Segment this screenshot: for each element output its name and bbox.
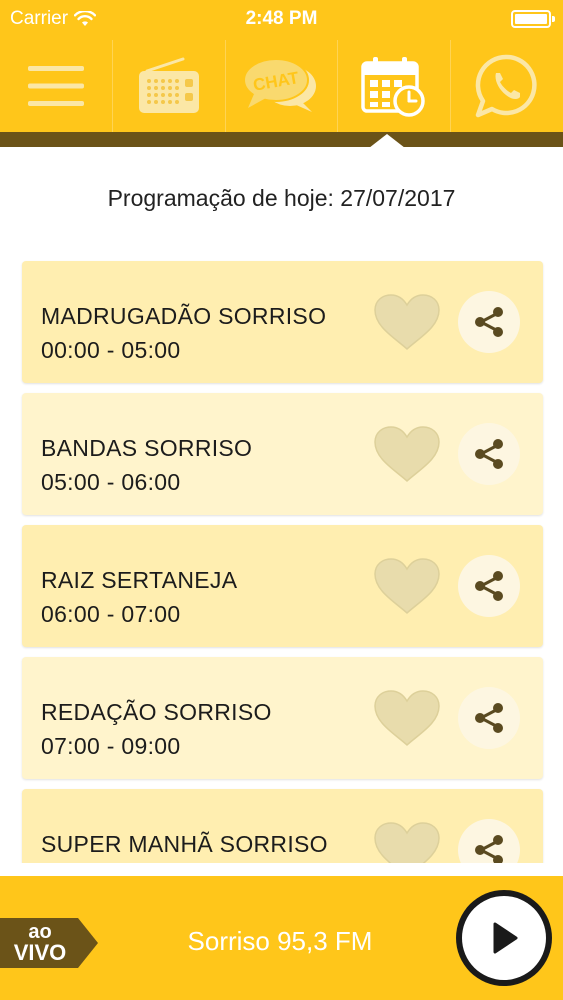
battery-icon: [511, 10, 555, 28]
favorite-button[interactable]: [372, 819, 442, 863]
nav-underline: [0, 132, 563, 147]
heart-icon: [374, 426, 440, 483]
share-button[interactable]: [458, 423, 520, 485]
whatsapp-icon: [475, 54, 537, 118]
share-icon: [475, 571, 503, 601]
program-card[interactable]: BANDAS SORRISO 05:00 - 06:00: [22, 393, 543, 515]
play-icon: [493, 922, 518, 954]
heart-icon: [374, 558, 440, 615]
program-name: SUPER MANHÃ SORRISO: [41, 831, 328, 857]
share-icon: [475, 307, 503, 337]
nav-radio[interactable]: [111, 40, 225, 132]
schedule-screen: Programação de hoje: 27/07/2017 MADRUGAD…: [0, 147, 563, 863]
nav-whatsapp[interactable]: [450, 40, 563, 132]
chat-icon: CHAT: [243, 58, 317, 112]
program-name: MADRUGADÃO SORRISO: [41, 303, 327, 329]
heart-icon: [374, 822, 440, 863]
program-time: 00:00 - 05:00: [41, 337, 181, 363]
favorite-button[interactable]: [372, 423, 442, 485]
menu-icon: [27, 66, 84, 106]
station-name: Sorriso 95,3 FM: [187, 926, 373, 956]
program-list: MADRUGADÃO SORRISO 00:00 - 05:00 BANDAS …: [22, 261, 543, 863]
favorite-button[interactable]: [372, 291, 442, 353]
top-navigation: CHAT: [0, 40, 563, 132]
share-button[interactable]: [458, 291, 520, 353]
program-card[interactable]: REDAÇÃO SORRISO 07:00 - 09:00: [22, 657, 543, 779]
share-button[interactable]: [458, 819, 520, 863]
program-name: REDAÇÃO SORRISO: [41, 699, 272, 725]
program-card[interactable]: SUPER MANHÃ SORRISO: [22, 789, 543, 863]
program-time: 06:00 - 07:00: [41, 601, 181, 627]
share-button[interactable]: [458, 555, 520, 617]
live-badge: ao VIVO: [0, 918, 98, 968]
status-bar: Carrier 2:48 PM: [0, 0, 563, 40]
share-icon: [475, 439, 503, 469]
program-name: RAIZ SERTANEJA: [41, 567, 238, 593]
program-card[interactable]: MADRUGADÃO SORRISO 00:00 - 05:00: [22, 261, 543, 383]
nav-schedule[interactable]: [337, 40, 450, 132]
nav-menu[interactable]: [0, 40, 112, 132]
program-time: 07:00 - 09:00: [41, 733, 181, 759]
calendar-schedule-icon: [361, 57, 426, 117]
player-divider: [0, 863, 563, 876]
page-title: Programação de hoje: 27/07/2017: [107, 185, 456, 211]
heart-icon: [374, 690, 440, 747]
share-icon: [475, 835, 503, 863]
program-card[interactable]: RAIZ SERTANEJA 06:00 - 07:00: [22, 525, 543, 647]
nav-chat[interactable]: CHAT: [224, 40, 338, 132]
live-badge-bottom: VIVO: [14, 940, 67, 965]
share-icon: [475, 703, 503, 733]
favorite-button[interactable]: [372, 555, 442, 617]
share-button[interactable]: [458, 687, 520, 749]
program-name: BANDAS SORRISO: [41, 435, 253, 461]
favorite-button[interactable]: [372, 687, 442, 749]
radio-icon: [138, 57, 199, 113]
active-tab-pointer: [369, 134, 405, 148]
play-button[interactable]: [456, 890, 552, 986]
program-time: 05:00 - 06:00: [41, 469, 181, 495]
heart-icon: [374, 294, 440, 351]
status-time: 2:48 PM: [245, 8, 318, 29]
